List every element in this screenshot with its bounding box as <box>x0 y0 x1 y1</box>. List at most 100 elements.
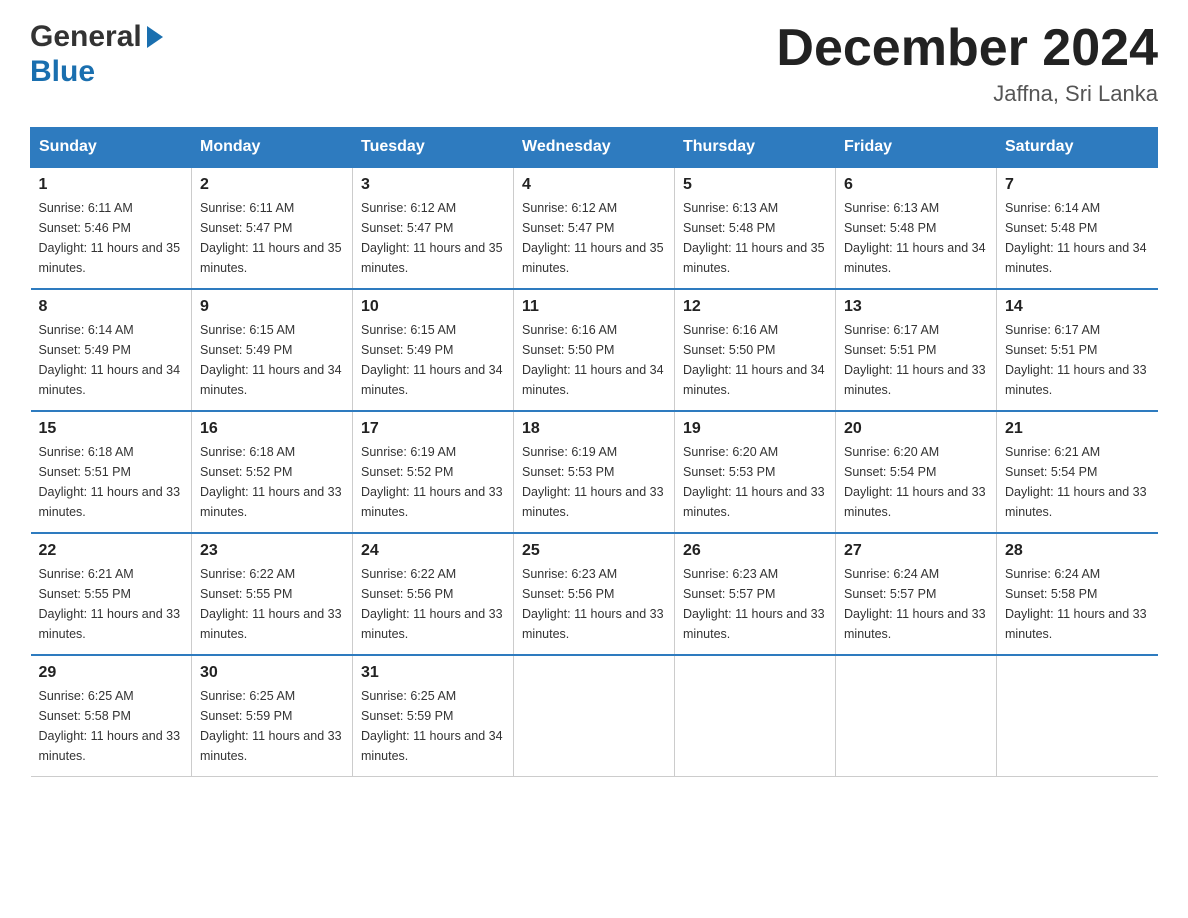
day-number: 14 <box>1005 298 1150 316</box>
day-number: 31 <box>361 664 505 682</box>
day-cell: 30 Sunrise: 6:25 AMSunset: 5:59 PMDaylig… <box>192 655 353 777</box>
day-number: 9 <box>200 298 344 316</box>
day-cell <box>997 655 1158 777</box>
day-info: Sunrise: 6:21 AMSunset: 5:55 PMDaylight:… <box>39 564 184 644</box>
day-info: Sunrise: 6:12 AMSunset: 5:47 PMDaylight:… <box>522 198 666 278</box>
day-number: 21 <box>1005 420 1150 438</box>
day-info: Sunrise: 6:12 AMSunset: 5:47 PMDaylight:… <box>361 198 505 278</box>
day-info: Sunrise: 6:11 AMSunset: 5:46 PMDaylight:… <box>39 198 184 278</box>
day-info: Sunrise: 6:23 AMSunset: 5:57 PMDaylight:… <box>683 564 827 644</box>
day-number: 23 <box>200 542 344 560</box>
day-number: 19 <box>683 420 827 438</box>
day-info: Sunrise: 6:18 AMSunset: 5:51 PMDaylight:… <box>39 442 184 522</box>
day-number: 30 <box>200 664 344 682</box>
day-info: Sunrise: 6:17 AMSunset: 5:51 PMDaylight:… <box>1005 320 1150 400</box>
day-info: Sunrise: 6:19 AMSunset: 5:53 PMDaylight:… <box>522 442 666 522</box>
day-cell: 20 Sunrise: 6:20 AMSunset: 5:54 PMDaylig… <box>836 411 997 533</box>
day-cell: 9 Sunrise: 6:15 AMSunset: 5:49 PMDayligh… <box>192 289 353 411</box>
day-info: Sunrise: 6:14 AMSunset: 5:49 PMDaylight:… <box>39 320 184 400</box>
day-info: Sunrise: 6:23 AMSunset: 5:56 PMDaylight:… <box>522 564 666 644</box>
day-number: 22 <box>39 542 184 560</box>
day-number: 13 <box>844 298 988 316</box>
day-number: 11 <box>522 298 666 316</box>
day-info: Sunrise: 6:15 AMSunset: 5:49 PMDaylight:… <box>200 320 344 400</box>
day-cell <box>836 655 997 777</box>
calendar-table: SundayMondayTuesdayWednesdayThursdayFrid… <box>30 127 1158 777</box>
calendar-body: 1 Sunrise: 6:11 AMSunset: 5:46 PMDayligh… <box>31 167 1158 777</box>
day-number: 1 <box>39 176 184 194</box>
day-cell <box>514 655 675 777</box>
day-info: Sunrise: 6:20 AMSunset: 5:53 PMDaylight:… <box>683 442 827 522</box>
day-cell: 24 Sunrise: 6:22 AMSunset: 5:56 PMDaylig… <box>353 533 514 655</box>
day-info: Sunrise: 6:14 AMSunset: 5:48 PMDaylight:… <box>1005 198 1150 278</box>
day-info: Sunrise: 6:24 AMSunset: 5:57 PMDaylight:… <box>844 564 988 644</box>
day-cell: 18 Sunrise: 6:19 AMSunset: 5:53 PMDaylig… <box>514 411 675 533</box>
month-year-title: December 2024 <box>776 20 1158 77</box>
day-cell: 13 Sunrise: 6:17 AMSunset: 5:51 PMDaylig… <box>836 289 997 411</box>
day-number: 29 <box>39 664 184 682</box>
day-info: Sunrise: 6:25 AMSunset: 5:58 PMDaylight:… <box>39 686 184 766</box>
day-number: 15 <box>39 420 184 438</box>
day-number: 16 <box>200 420 344 438</box>
day-cell: 8 Sunrise: 6:14 AMSunset: 5:49 PMDayligh… <box>31 289 192 411</box>
day-info: Sunrise: 6:17 AMSunset: 5:51 PMDaylight:… <box>844 320 988 400</box>
day-number: 6 <box>844 176 988 194</box>
week-row-3: 15 Sunrise: 6:18 AMSunset: 5:51 PMDaylig… <box>31 411 1158 533</box>
day-info: Sunrise: 6:25 AMSunset: 5:59 PMDaylight:… <box>200 686 344 766</box>
header-row: SundayMondayTuesdayWednesdayThursdayFrid… <box>31 128 1158 168</box>
day-cell <box>675 655 836 777</box>
day-cell: 11 Sunrise: 6:16 AMSunset: 5:50 PMDaylig… <box>514 289 675 411</box>
day-info: Sunrise: 6:20 AMSunset: 5:54 PMDaylight:… <box>844 442 988 522</box>
day-number: 27 <box>844 542 988 560</box>
day-info: Sunrise: 6:15 AMSunset: 5:49 PMDaylight:… <box>361 320 505 400</box>
day-cell: 27 Sunrise: 6:24 AMSunset: 5:57 PMDaylig… <box>836 533 997 655</box>
day-cell: 19 Sunrise: 6:20 AMSunset: 5:53 PMDaylig… <box>675 411 836 533</box>
day-number: 24 <box>361 542 505 560</box>
day-cell: 29 Sunrise: 6:25 AMSunset: 5:58 PMDaylig… <box>31 655 192 777</box>
header-cell-thursday: Thursday <box>675 128 836 168</box>
week-row-4: 22 Sunrise: 6:21 AMSunset: 5:55 PMDaylig… <box>31 533 1158 655</box>
day-number: 10 <box>361 298 505 316</box>
day-info: Sunrise: 6:21 AMSunset: 5:54 PMDaylight:… <box>1005 442 1150 522</box>
day-cell: 23 Sunrise: 6:22 AMSunset: 5:55 PMDaylig… <box>192 533 353 655</box>
day-number: 5 <box>683 176 827 194</box>
day-cell: 28 Sunrise: 6:24 AMSunset: 5:58 PMDaylig… <box>997 533 1158 655</box>
day-info: Sunrise: 6:25 AMSunset: 5:59 PMDaylight:… <box>361 686 505 766</box>
day-cell: 26 Sunrise: 6:23 AMSunset: 5:57 PMDaylig… <box>675 533 836 655</box>
day-info: Sunrise: 6:22 AMSunset: 5:56 PMDaylight:… <box>361 564 505 644</box>
day-number: 26 <box>683 542 827 560</box>
day-info: Sunrise: 6:22 AMSunset: 5:55 PMDaylight:… <box>200 564 344 644</box>
header-cell-wednesday: Wednesday <box>514 128 675 168</box>
header-cell-monday: Monday <box>192 128 353 168</box>
location-subtitle: Jaffna, Sri Lanka <box>776 81 1158 107</box>
header-cell-saturday: Saturday <box>997 128 1158 168</box>
logo: General Blue <box>30 20 163 89</box>
day-info: Sunrise: 6:19 AMSunset: 5:52 PMDaylight:… <box>361 442 505 522</box>
day-number: 18 <box>522 420 666 438</box>
day-cell: 15 Sunrise: 6:18 AMSunset: 5:51 PMDaylig… <box>31 411 192 533</box>
day-cell: 25 Sunrise: 6:23 AMSunset: 5:56 PMDaylig… <box>514 533 675 655</box>
day-cell: 7 Sunrise: 6:14 AMSunset: 5:48 PMDayligh… <box>997 167 1158 289</box>
header-cell-sunday: Sunday <box>31 128 192 168</box>
header-cell-friday: Friday <box>836 128 997 168</box>
day-info: Sunrise: 6:13 AMSunset: 5:48 PMDaylight:… <box>844 198 988 278</box>
day-cell: 4 Sunrise: 6:12 AMSunset: 5:47 PMDayligh… <box>514 167 675 289</box>
day-cell: 1 Sunrise: 6:11 AMSunset: 5:46 PMDayligh… <box>31 167 192 289</box>
day-cell: 12 Sunrise: 6:16 AMSunset: 5:50 PMDaylig… <box>675 289 836 411</box>
day-number: 3 <box>361 176 505 194</box>
day-info: Sunrise: 6:16 AMSunset: 5:50 PMDaylight:… <box>683 320 827 400</box>
page-header: General Blue December 2024 Jaffna, Sri L… <box>30 20 1158 107</box>
day-number: 17 <box>361 420 505 438</box>
logo-general-text: General <box>30 20 142 55</box>
day-info: Sunrise: 6:13 AMSunset: 5:48 PMDaylight:… <box>683 198 827 278</box>
day-cell: 14 Sunrise: 6:17 AMSunset: 5:51 PMDaylig… <box>997 289 1158 411</box>
day-cell: 16 Sunrise: 6:18 AMSunset: 5:52 PMDaylig… <box>192 411 353 533</box>
day-cell: 17 Sunrise: 6:19 AMSunset: 5:52 PMDaylig… <box>353 411 514 533</box>
day-number: 7 <box>1005 176 1150 194</box>
day-cell: 6 Sunrise: 6:13 AMSunset: 5:48 PMDayligh… <box>836 167 997 289</box>
day-cell: 31 Sunrise: 6:25 AMSunset: 5:59 PMDaylig… <box>353 655 514 777</box>
day-cell: 10 Sunrise: 6:15 AMSunset: 5:49 PMDaylig… <box>353 289 514 411</box>
day-number: 2 <box>200 176 344 194</box>
header-cell-tuesday: Tuesday <box>353 128 514 168</box>
day-number: 12 <box>683 298 827 316</box>
